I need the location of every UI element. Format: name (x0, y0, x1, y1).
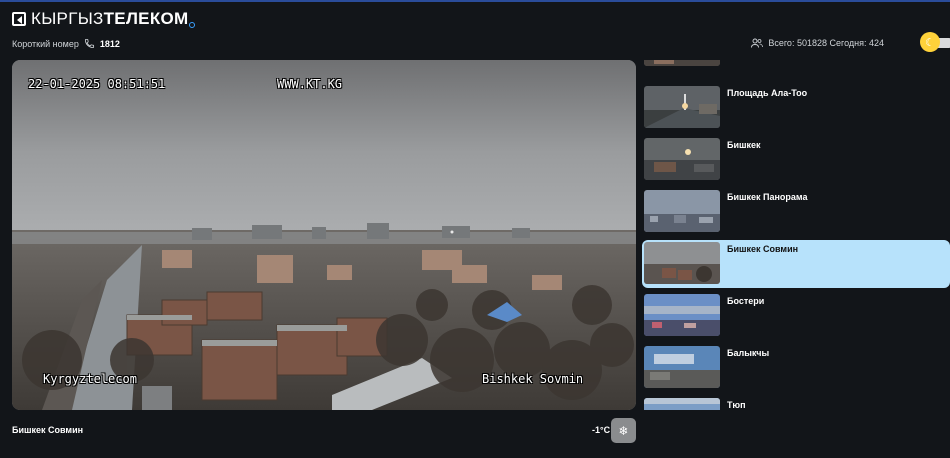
camera-thumbnail (644, 60, 720, 66)
phone-icon (84, 38, 94, 49)
visitor-stats: Всего: 501828 Сегодня: 424 (751, 38, 884, 48)
camera-thumbnail (644, 398, 720, 410)
camera-list-item-label: Бишкек Совмин (727, 244, 799, 254)
users-icon (751, 38, 764, 48)
camera-list-item-active[interactable]: Бишкек Совмин (642, 240, 950, 288)
camera-thumbnail (644, 242, 720, 284)
camera-list-item[interactable]: Бостери (642, 292, 950, 340)
logo-dot-icon (189, 22, 196, 28)
camera-list-item[interactable] (642, 60, 950, 70)
visitor-stats-text: Всего: 501828 Сегодня: 424 (768, 38, 884, 48)
osd-url: WWW.KT.KG (277, 77, 343, 91)
temperature: -1°C (592, 425, 611, 435)
osd-brand: Kyrgyztelecom (43, 372, 137, 386)
theme-toggle[interactable]: ☾ (920, 32, 950, 52)
camera-list-item-label: Бишкек (727, 140, 761, 150)
camera-list-item[interactable]: Бишкек (642, 136, 950, 184)
camera-list-item-label: Бишкек Панорама (727, 192, 808, 202)
camera-list-item-label: Площадь Ала-Тоо (727, 88, 808, 98)
camera-thumbnail (644, 190, 720, 232)
osd-datetime: 22-01-2025 08:51:51 (28, 77, 166, 91)
camera-list-item-label: Тюп (727, 400, 746, 410)
moon-icon: ☾ (920, 32, 940, 52)
camera-viewer[interactable]: 22-01-2025 08:51:51 WWW.KT.KG Kyrgyztele… (12, 60, 636, 410)
short-number: Короткий номер 1812 (12, 38, 120, 49)
logo-mark-icon (12, 12, 26, 26)
logo[interactable]: КЫРГЫЗТЕЛЕКОМ (12, 9, 196, 29)
camera-list-item[interactable]: Бишкек Панорама (642, 188, 950, 236)
logo-text-first: КЫРГЫЗ (31, 9, 104, 28)
camera-thumbnail (644, 86, 720, 128)
camera-caption: Бишкек Совмин (12, 425, 84, 435)
camera-list-item-label: Балыкчы (727, 348, 770, 358)
camera-thumbnail (644, 294, 720, 336)
osd-location: Bishkek Sovmin (482, 372, 584, 386)
camera-list-item[interactable]: Балыкчы (642, 344, 950, 392)
short-number-label: Короткий номер (12, 38, 79, 49)
snowflake-icon[interactable]: ❄ (611, 418, 636, 443)
camera-list[interactable]: Площадь Ала-Тоо Бишкек Бишкек Панорама Б… (642, 60, 950, 410)
camera-feed-image (12, 60, 636, 410)
camera-list-item[interactable]: Тюп (642, 396, 950, 410)
logo-text-second: ТЕЛЕКОМ (103, 9, 189, 28)
short-number-value: 1812 (99, 38, 120, 49)
top-accent-line (0, 0, 950, 2)
camera-thumbnail (644, 138, 720, 180)
camera-list-item[interactable]: Площадь Ала-Тоо (642, 84, 950, 132)
camera-thumbnail (644, 346, 720, 388)
camera-list-item-label: Бостери (727, 296, 765, 306)
